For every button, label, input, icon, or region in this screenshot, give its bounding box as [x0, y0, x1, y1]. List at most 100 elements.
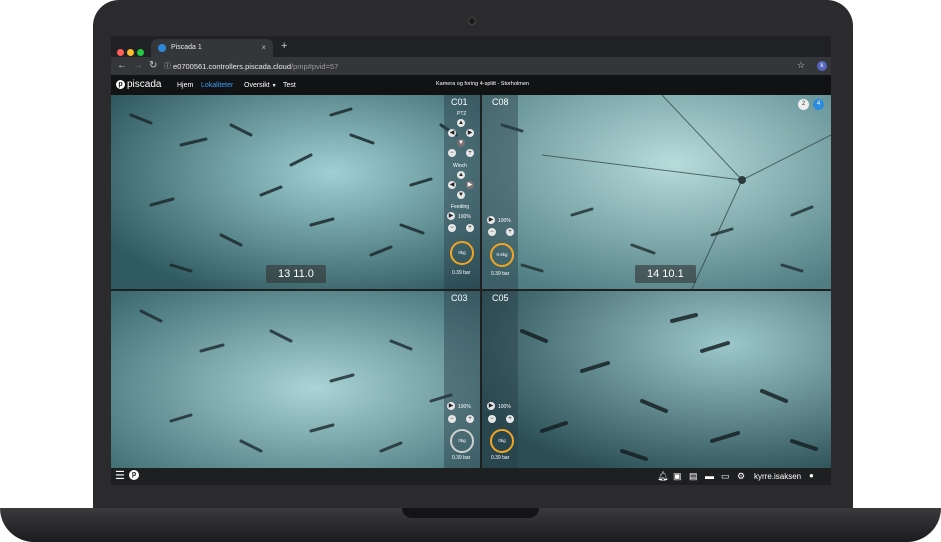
- laptop-notch: [402, 508, 539, 518]
- ptz-left-button[interactable]: ◀: [448, 129, 456, 137]
- webcam: [468, 17, 476, 25]
- feeding-play-button[interactable]: ▶: [487, 216, 495, 224]
- ptz-down-button[interactable]: ▼: [457, 139, 465, 147]
- winch-right-button[interactable]: ▶: [466, 181, 474, 189]
- feeding-percent: 100%: [498, 218, 511, 224]
- winch-up-button[interactable]: ▲: [457, 171, 465, 179]
- feeding-play-button[interactable]: ▶: [487, 402, 495, 410]
- nav-hjem[interactable]: Hjem: [177, 82, 193, 89]
- chevron-down-icon: ▼: [271, 83, 277, 89]
- feeding-decrease-button[interactable]: −: [488, 415, 496, 423]
- camera-label: C08: [492, 97, 509, 107]
- feeding-play-button[interactable]: ▶: [447, 212, 455, 220]
- camera-feed-c05[interactable]: C05 ▶ 100% − + 0kg 0.39 bar: [482, 291, 831, 468]
- pressure-readout: 0.39 bar: [452, 270, 471, 276]
- app-statusbar: ☰ p 🔔︎ ▣ ▤ ▬ ▭ ⚙ kyrre.isaksen ●: [111, 468, 831, 485]
- ptz-right-button[interactable]: ▶: [466, 129, 474, 137]
- feed-gauge: 0kg: [450, 429, 474, 453]
- notification-badge-grey[interactable]: 2: [798, 99, 809, 110]
- browser-tabbar: Piscada 1 × +: [111, 36, 831, 57]
- feed-gauge: 0kg: [490, 429, 514, 453]
- profile-avatar[interactable]: k: [817, 61, 827, 71]
- camera-label: C03: [451, 293, 468, 303]
- piscada-logo-icon: p: [116, 79, 125, 89]
- feeding-decrease-button[interactable]: −: [448, 415, 456, 423]
- feeding-increase-button[interactable]: +: [466, 224, 474, 232]
- feeding-percent: 100%: [458, 404, 471, 410]
- piscada-favicon-icon: [158, 44, 166, 52]
- tab-close-icon[interactable]: ×: [261, 43, 266, 52]
- feeding-decrease-button[interactable]: −: [448, 224, 456, 232]
- fish-feed-image-c03: [111, 291, 480, 468]
- depth-temp-readout: 13 11.0: [266, 265, 326, 283]
- page-title: Kamera og foring 4-splitt - Storholmen: [436, 81, 529, 87]
- browser-tab[interactable]: Piscada 1 ×: [151, 39, 273, 57]
- chat-icon[interactable]: ▭: [721, 471, 730, 482]
- zoom-in-button[interactable]: +: [466, 149, 474, 157]
- winch-down-button[interactable]: ▼: [457, 191, 465, 199]
- feeding-percent: 100%: [458, 214, 471, 220]
- close-window-button[interactable]: [117, 49, 124, 56]
- nav-lokaliteter[interactable]: Lokaliteter: [201, 82, 233, 89]
- camera-feed-c08[interactable]: C08 ▶ 100% − + 0.6kg 0.39 bar 2 4 14 10.…: [482, 95, 831, 289]
- bell-icon[interactable]: 🔔︎: [657, 471, 668, 482]
- pressure-readout: 0.39 bar: [491, 271, 510, 277]
- menu-icon[interactable]: ☰: [115, 469, 125, 482]
- gear-icon[interactable]: ⚙: [737, 471, 745, 482]
- user-icon[interactable]: ●: [809, 471, 814, 480]
- feeding-decrease-button[interactable]: −: [488, 228, 496, 236]
- feeding-increase-button[interactable]: +: [466, 415, 474, 423]
- piscada-logo[interactable]: p piscada: [116, 79, 161, 90]
- url-path: /pmp#pvid=57: [291, 62, 339, 71]
- nav-label: Lokaliteter: [201, 82, 234, 89]
- nav-label: Oversikt: [244, 82, 270, 89]
- pressure-readout: 0.39 bar: [491, 455, 510, 461]
- username[interactable]: kyrre.isaksen: [754, 472, 801, 481]
- camera-label: C05: [492, 293, 509, 303]
- folder-icon[interactable]: ▬: [705, 471, 714, 481]
- forward-arrow-icon[interactable]: →: [133, 60, 143, 71]
- feeding-increase-button[interactable]: +: [506, 228, 514, 236]
- piscada-home-icon[interactable]: p: [129, 470, 139, 480]
- feeding-play-button[interactable]: ▶: [447, 402, 455, 410]
- nav-oversikt[interactable]: Oversikt ▼: [244, 82, 277, 89]
- fish-feed-image-c05: [482, 291, 831, 468]
- reload-icon[interactable]: ↻: [149, 60, 157, 71]
- control-panel-c05: C05 ▶ 100% − + 0kg 0.39 bar: [482, 291, 518, 468]
- feeding-percent: 100%: [498, 404, 511, 410]
- maximize-window-button[interactable]: [137, 49, 144, 56]
- camera-feed-c01[interactable]: C01 PTZ ▲ ◀ ▶ ▼ − + Winch ▲ ◀ ▶ ▼ Feedin…: [111, 95, 480, 289]
- notification-badge-blue[interactable]: 4: [813, 99, 824, 110]
- screen: Piscada 1 × + ← → ↻ ⓘ e0700561.controlle…: [111, 36, 831, 485]
- browser-address-bar: ← → ↻ ⓘ e0700561.controllers.piscada.clo…: [111, 57, 831, 75]
- depth-temp-readout: 14 10.1: [635, 265, 696, 283]
- fish-feed-image-c01: [111, 95, 480, 289]
- ptz-up-button[interactable]: ▲: [457, 119, 465, 127]
- pressure-readout: 0.39 bar: [452, 455, 471, 461]
- feeding-increase-button[interactable]: +: [506, 415, 514, 423]
- control-panel-c01: C01 PTZ ▲ ◀ ▶ ▼ − + Winch ▲ ◀ ▶ ▼ Feedin…: [444, 95, 480, 289]
- winch-left-button[interactable]: ◀: [448, 181, 456, 189]
- camera-feed-c03[interactable]: C03 ▶ 100% − + 0kg 0.39 bar: [111, 291, 480, 468]
- new-tab-button[interactable]: +: [281, 40, 287, 52]
- bookmark-star-icon[interactable]: ☆: [797, 60, 805, 71]
- fish-feed-image-c08: [482, 95, 831, 289]
- chart-icon[interactable]: ▤: [689, 471, 698, 482]
- control-panel-c08: C08 ▶ 100% − + 0.6kg 0.39 bar: [482, 95, 518, 289]
- feed-gauge: 0kg: [450, 241, 474, 265]
- tab-title: Piscada 1: [171, 44, 202, 51]
- image-icon[interactable]: ▣: [673, 471, 682, 482]
- camera-label: C01: [451, 97, 468, 107]
- control-panel-c03: C03 ▶ 100% − + 0kg 0.39 bar: [444, 291, 480, 468]
- feeding-label: Feeding: [451, 204, 470, 210]
- winch-label: Winch: [453, 163, 467, 169]
- nav-test[interactable]: Test: [283, 82, 296, 89]
- zoom-out-button[interactable]: −: [448, 149, 456, 157]
- url-field[interactable]: e0700561.controllers.piscada.cloud/pmp#p…: [173, 62, 338, 71]
- url-host: e0700561.controllers.piscada.cloud: [173, 62, 291, 71]
- minimize-window-button[interactable]: [127, 49, 134, 56]
- info-icon[interactable]: ⓘ: [164, 61, 171, 71]
- logo-text: piscada: [127, 79, 162, 90]
- back-arrow-icon[interactable]: ←: [117, 60, 127, 71]
- ptz-label: PTZ: [457, 111, 467, 117]
